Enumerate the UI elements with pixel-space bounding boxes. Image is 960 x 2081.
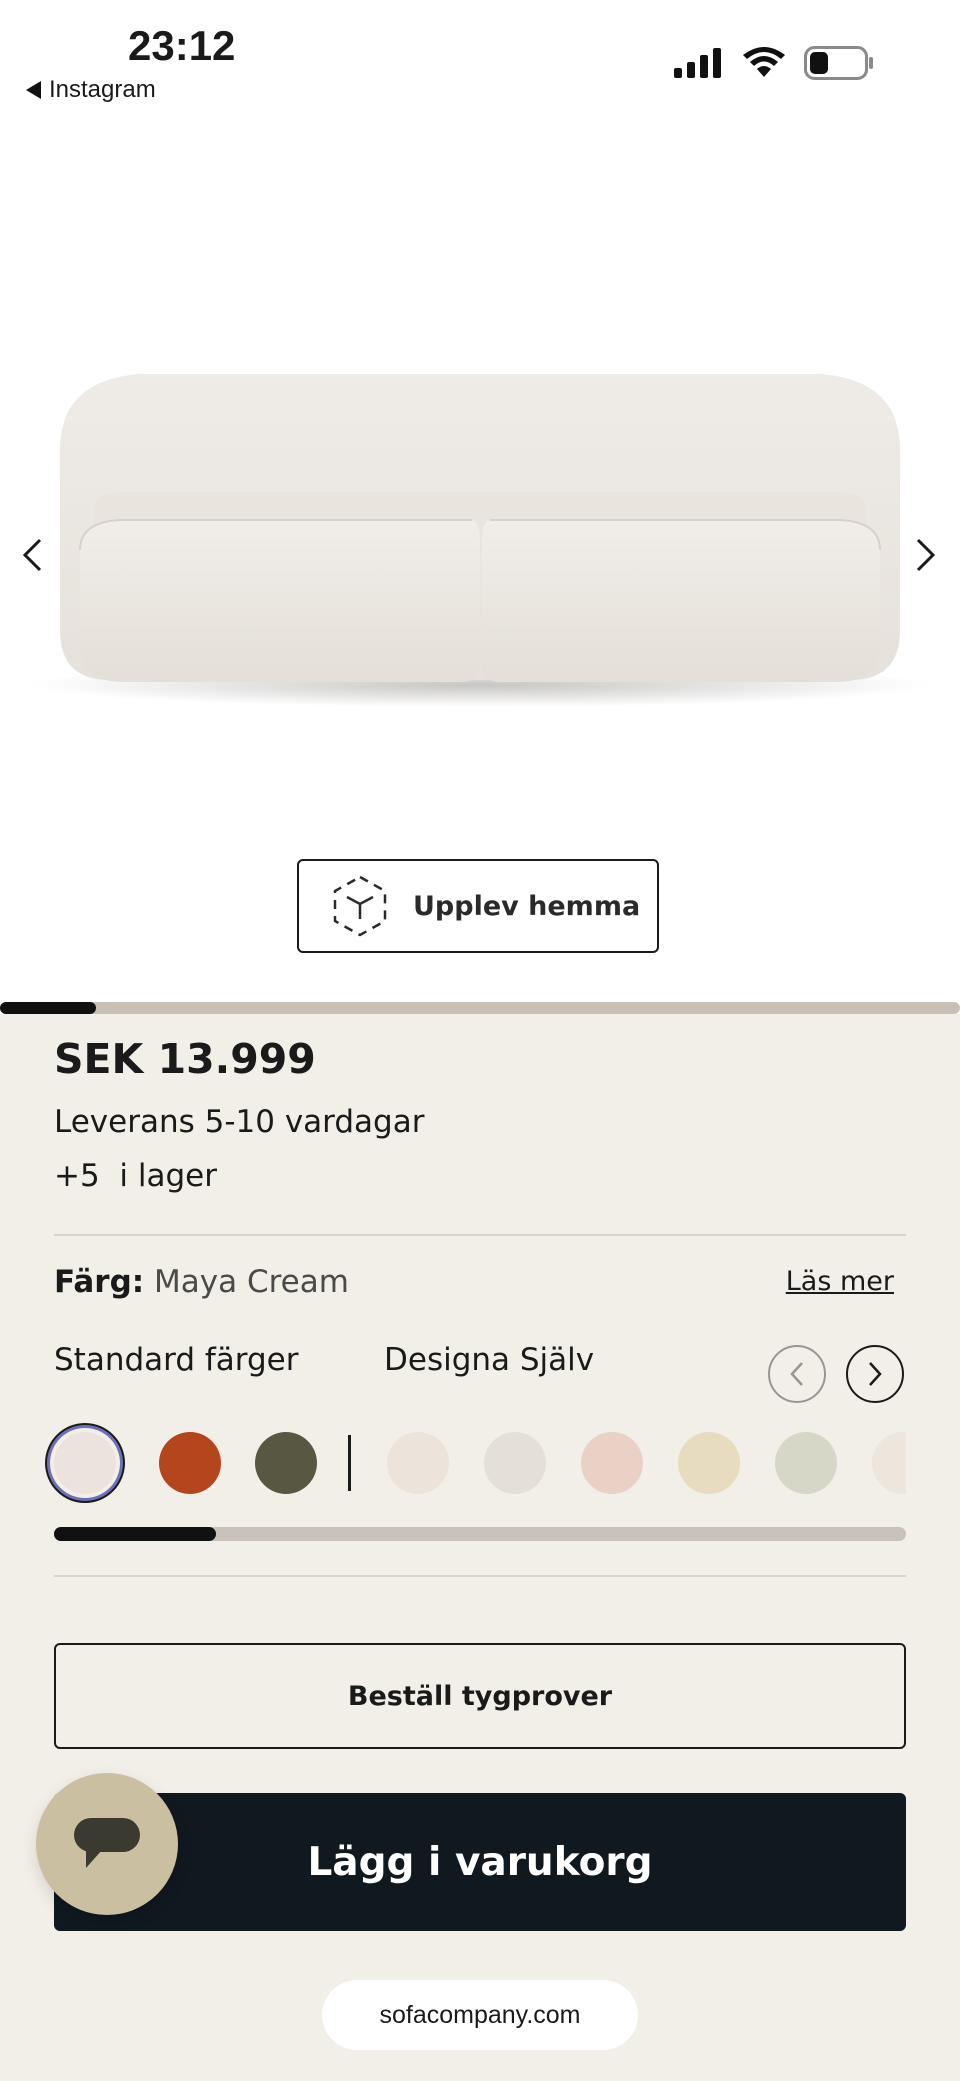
sofa-image [30, 374, 930, 707]
color-label-title: Färg: [54, 1264, 145, 1300]
gallery-progress-track [0, 1002, 960, 1014]
custom-color-swatch[interactable] [678, 1432, 740, 1494]
back-to-instagram-link[interactable]: Instagram [26, 76, 156, 104]
custom-color-swatch[interactable] [581, 1432, 643, 1494]
ar-view-button[interactable]: Upplev hemma [297, 859, 659, 953]
color-swatch[interactable] [255, 1432, 317, 1494]
order-fabric-samples-button[interactable]: Beställ tygprover [54, 1643, 906, 1749]
swatch-separator [348, 1435, 351, 1491]
chat-button[interactable] [36, 1773, 178, 1915]
ar-button-label: Upplev hemma [413, 890, 641, 922]
tab-standard-colors[interactable]: Standard färger [54, 1342, 299, 1378]
color-value: Maya Cream [154, 1264, 349, 1300]
divider [54, 1575, 906, 1577]
swatch-next-button[interactable] [846, 1345, 904, 1403]
chevron-left-icon [22, 538, 42, 572]
swatch-scroll-thumb[interactable] [54, 1527, 216, 1541]
wifi-icon [743, 47, 785, 77]
read-more-link[interactable]: Läs mer [786, 1266, 894, 1297]
color-swatch[interactable] [159, 1432, 221, 1494]
divider [54, 1234, 906, 1236]
custom-color-swatch[interactable] [484, 1432, 546, 1494]
gallery-prev-button[interactable] [12, 525, 52, 585]
status-time: 23:12 [128, 22, 236, 69]
gallery-next-button[interactable] [906, 525, 946, 585]
chat-icon [74, 1818, 140, 1868]
chevron-left-icon [790, 1362, 803, 1386]
swatch-prev-button[interactable] [768, 1345, 826, 1403]
add-to-cart-button[interactable]: Lägg i varukorg [54, 1793, 906, 1931]
color-label: Färg: Maya Cream [54, 1264, 349, 1300]
tab-design-yourself[interactable]: Designa Själv [384, 1342, 594, 1378]
delivery-time: Leverans 5-10 vardagar [54, 1104, 425, 1140]
cellular-signal-icon [674, 48, 721, 78]
back-app-label: Instagram [49, 76, 156, 103]
stock-status: +5 i lager [54, 1158, 217, 1194]
custom-color-swatch[interactable] [387, 1432, 449, 1494]
status-icons [674, 46, 874, 80]
browser-url-pill[interactable]: sofacompany.com [322, 1980, 638, 2050]
ar-cube-icon [333, 875, 387, 937]
chevron-right-icon [869, 1362, 882, 1386]
color-swatch[interactable] [54, 1432, 116, 1494]
product-price: SEK 13.999 [54, 1035, 316, 1083]
battery-icon [804, 46, 873, 80]
chevron-right-icon [916, 538, 936, 572]
custom-color-swatch[interactable] [775, 1432, 837, 1494]
gallery-progress-fill [0, 1002, 96, 1014]
back-arrow-icon [26, 81, 41, 99]
